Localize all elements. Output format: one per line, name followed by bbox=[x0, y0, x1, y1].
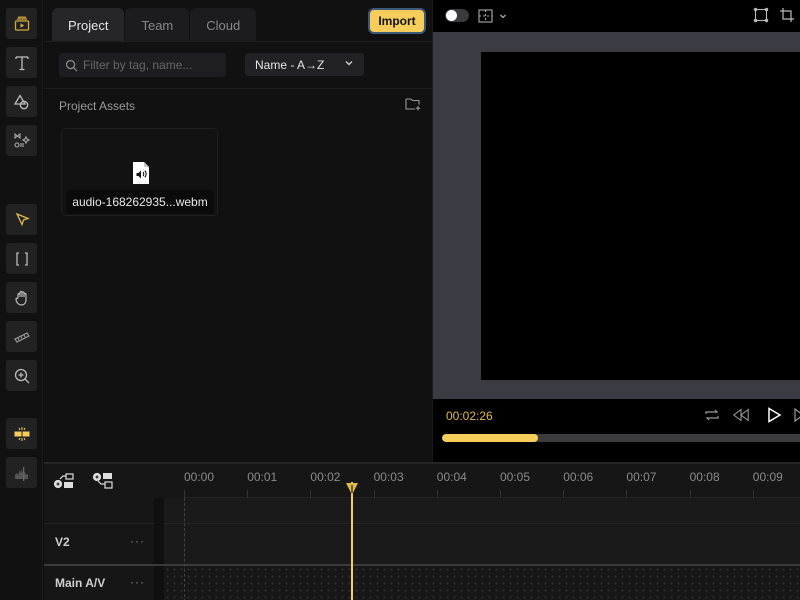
track-main-more-button[interactable]: ··· bbox=[130, 575, 145, 589]
preview-canvas[interactable] bbox=[481, 52, 800, 380]
tick-label: 00:00 bbox=[184, 470, 215, 484]
tick-mark bbox=[310, 490, 312, 498]
tick-label: 00:07 bbox=[626, 470, 657, 484]
tab-project[interactable]: Project bbox=[52, 8, 125, 42]
tick-mark bbox=[563, 490, 565, 498]
assets-panel: Project Team Cloud Import Name - A→Z Pro… bbox=[44, 0, 432, 462]
tick-mark bbox=[247, 490, 249, 498]
tick-label: 00:04 bbox=[436, 470, 467, 484]
trim-tool-button[interactable] bbox=[6, 243, 37, 274]
text-tool-button[interactable] bbox=[6, 47, 37, 78]
media-folder-icon bbox=[14, 16, 29, 31]
tool-rail bbox=[0, 0, 43, 600]
progress-fill bbox=[442, 434, 538, 442]
sort-dropdown[interactable]: Name - A→Z bbox=[245, 53, 364, 76]
tab-cloud[interactable]: Cloud bbox=[190, 8, 257, 42]
preview-panel: 00:02:26 bbox=[432, 0, 800, 462]
timeline-start-marker bbox=[184, 498, 185, 600]
fast-forward-icon[interactable] bbox=[793, 406, 800, 424]
import-button[interactable]: Import bbox=[368, 8, 426, 34]
timeline-panel: 00:00 00:01 00:02 00:03 00:04 00:05 00:06 00:07… bbox=[44, 462, 800, 600]
sort-label: Name - A→Z bbox=[255, 57, 325, 72]
pointer-icon bbox=[15, 212, 30, 226]
chevron-down-icon bbox=[345, 61, 353, 66]
tick-mark bbox=[184, 490, 185, 498]
divider bbox=[44, 88, 432, 89]
film-slip-icon bbox=[13, 331, 30, 343]
track-label-v2: V2 bbox=[55, 535, 70, 549]
search-field[interactable] bbox=[59, 53, 226, 77]
tick-label: 00:02 bbox=[310, 470, 341, 484]
tick-mark bbox=[436, 490, 438, 498]
tick-mark bbox=[752, 490, 754, 498]
zoom-in-icon bbox=[14, 368, 29, 383]
tick-mark bbox=[373, 490, 375, 498]
safe-area-dropdown[interactable] bbox=[478, 8, 508, 24]
playhead-line[interactable] bbox=[351, 482, 354, 600]
section-title: Project Assets bbox=[59, 99, 136, 113]
tick-label: 00:09 bbox=[752, 470, 783, 484]
preview-toolbar bbox=[433, 0, 800, 32]
tick-label: 00:01 bbox=[247, 470, 278, 484]
track-v2-more-button[interactable]: ··· bbox=[130, 534, 145, 548]
new-folder-icon[interactable] bbox=[405, 97, 421, 111]
video-editor: Project Team Cloud Import Name - A→Z Pro… bbox=[0, 0, 800, 600]
tick-label: 00:05 bbox=[500, 470, 531, 484]
insert-track-icon[interactable] bbox=[92, 472, 114, 490]
slip-tool-button[interactable] bbox=[6, 321, 37, 352]
transitions-icon bbox=[13, 132, 30, 148]
tick-mark bbox=[626, 490, 628, 498]
snap-toggle-button[interactable] bbox=[6, 418, 37, 449]
waveform-toggle-button[interactable] bbox=[6, 457, 37, 488]
main-track-lane[interactable] bbox=[164, 566, 800, 600]
play-icon[interactable] bbox=[765, 406, 783, 424]
zoom-tool-button[interactable] bbox=[6, 360, 37, 391]
tick-mark bbox=[689, 490, 691, 498]
playback-progress[interactable] bbox=[442, 434, 800, 442]
shapes-icon bbox=[13, 93, 28, 109]
safe-area-icon bbox=[478, 9, 493, 23]
snap-icon bbox=[14, 426, 29, 441]
audio-file-icon bbox=[133, 162, 149, 184]
search-icon bbox=[65, 59, 78, 72]
tick-mark bbox=[500, 490, 501, 498]
add-track-icon[interactable] bbox=[53, 472, 75, 490]
tick-label: 00:03 bbox=[373, 470, 404, 484]
text-icon bbox=[14, 55, 29, 70]
hand-tool-button[interactable] bbox=[6, 282, 37, 313]
loop-icon[interactable] bbox=[703, 406, 721, 424]
preview-stage bbox=[433, 32, 800, 399]
tick-label: 00:06 bbox=[563, 470, 594, 484]
shapes-tool-button[interactable] bbox=[6, 86, 37, 117]
track-header-shadow bbox=[154, 498, 164, 600]
select-tool-button[interactable] bbox=[6, 204, 37, 235]
chevron-down-icon bbox=[500, 14, 506, 19]
waveform-icon bbox=[14, 466, 28, 481]
transform-icon[interactable] bbox=[753, 7, 769, 23]
timecode: 00:02:26 bbox=[446, 409, 493, 423]
track-label-main: Main A/V bbox=[55, 576, 106, 590]
media-tool-button[interactable] bbox=[6, 8, 37, 39]
crop-icon[interactable] bbox=[779, 7, 795, 23]
search-input[interactable] bbox=[83, 58, 223, 72]
tick-label: 00:08 bbox=[689, 470, 720, 484]
timeline-ruler[interactable]: 00:00 00:01 00:02 00:03 00:04 00:05 00:06 00:07… bbox=[184, 464, 800, 498]
tab-team[interactable]: Team bbox=[125, 8, 190, 42]
preview-toggle[interactable] bbox=[445, 9, 469, 22]
rewind-icon[interactable] bbox=[732, 406, 750, 424]
brackets-icon bbox=[15, 251, 28, 266]
divider bbox=[44, 41, 432, 42]
playhead-handle[interactable] bbox=[345, 482, 359, 496]
asset-tabs: Project Team Cloud bbox=[52, 8, 257, 42]
hand-icon bbox=[14, 290, 27, 306]
transitions-tool-button[interactable] bbox=[6, 125, 37, 156]
asset-item[interactable]: audio-168262935...webm bbox=[61, 128, 218, 216]
asset-name: audio-168262935...webm bbox=[66, 190, 214, 214]
